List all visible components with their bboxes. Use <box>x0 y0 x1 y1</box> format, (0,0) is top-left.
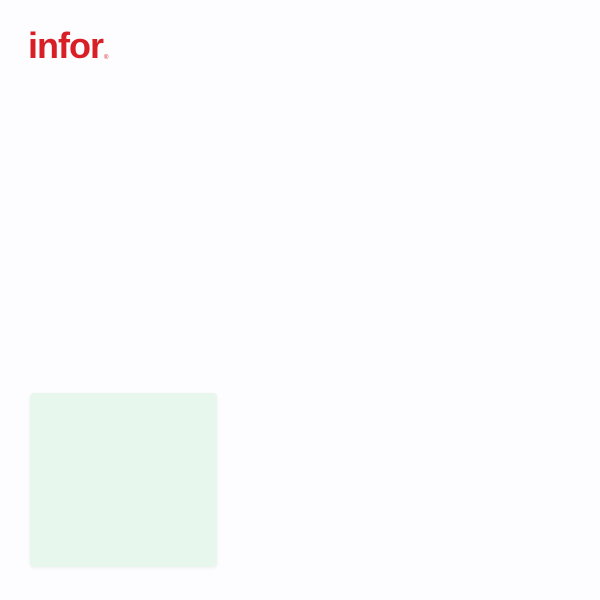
placeholder-card <box>30 393 217 567</box>
logo-text: infor <box>28 25 104 66</box>
brand-logo-container: infor ® <box>28 24 108 68</box>
infor-logo: infor ® <box>28 28 108 64</box>
registered-mark: ® <box>103 55 109 61</box>
